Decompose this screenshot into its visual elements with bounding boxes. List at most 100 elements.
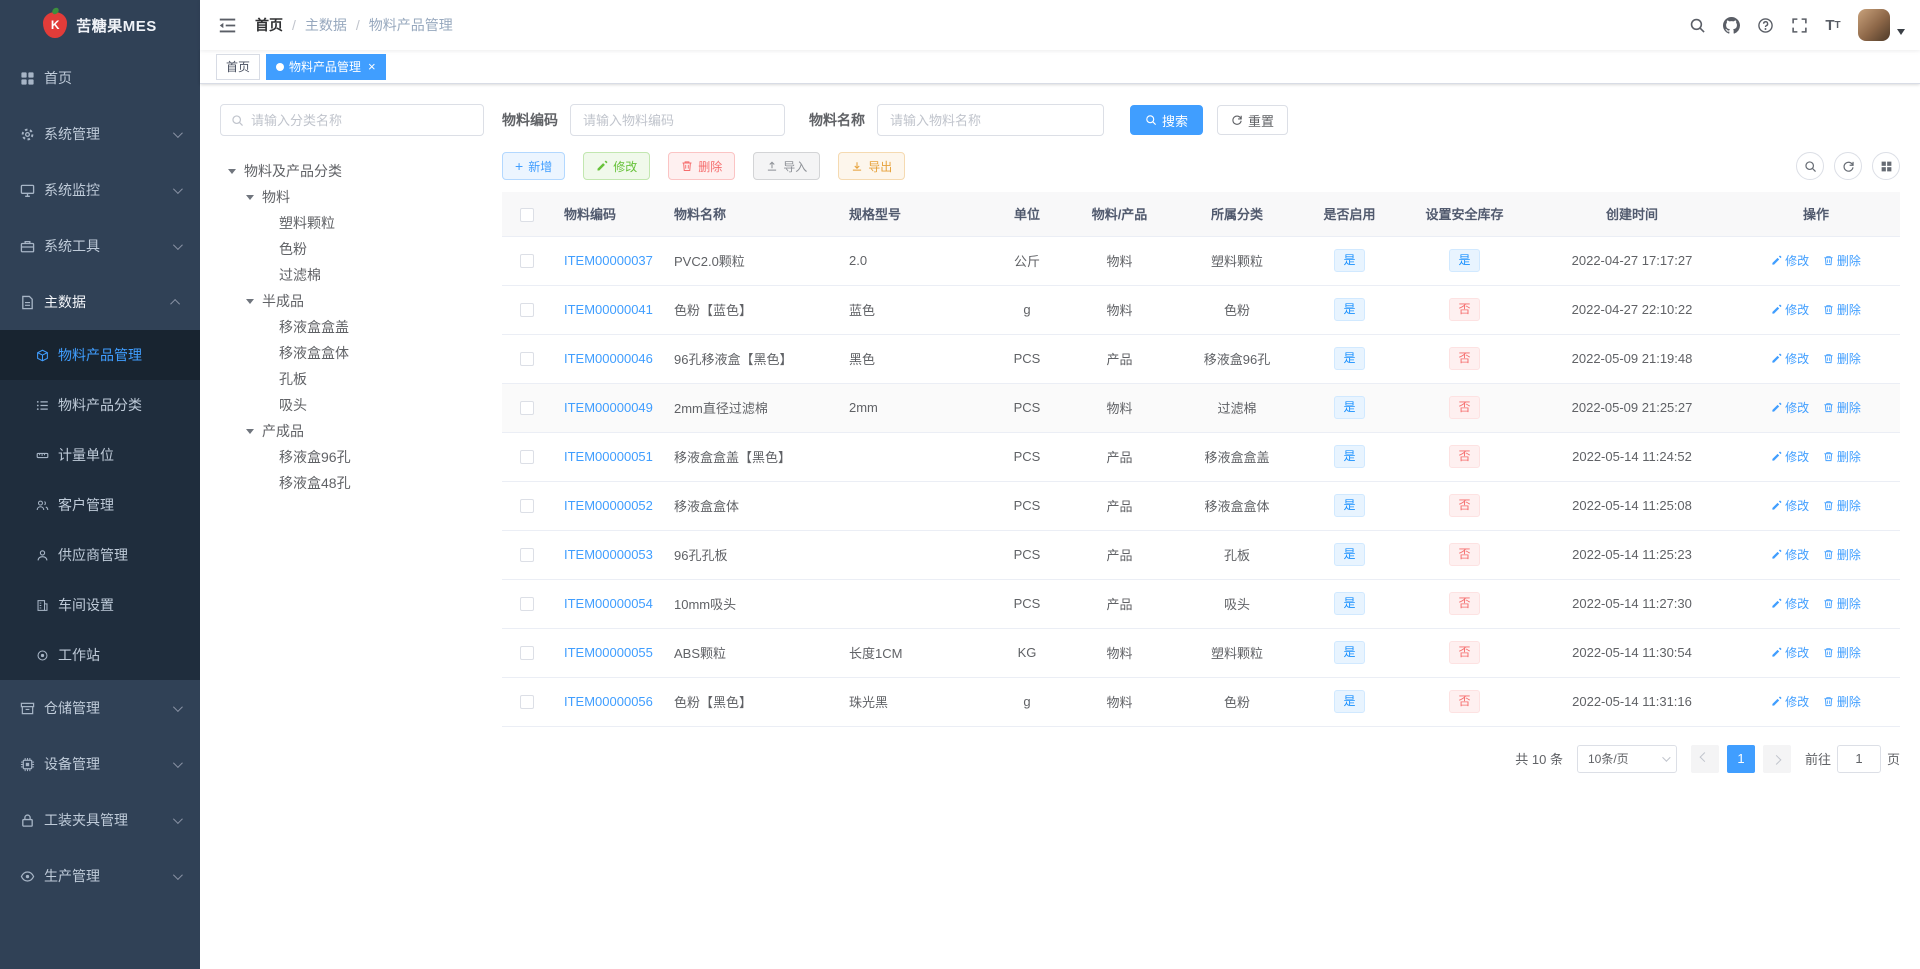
delete-button[interactable]: 删除 xyxy=(668,152,736,180)
row-delete-button[interactable]: 删除 xyxy=(1823,301,1861,318)
material-code-link[interactable]: ITEM00000041 xyxy=(564,302,653,317)
tab-material-product-management[interactable]: 物料产品管理 × xyxy=(266,53,386,80)
fullscreen-button[interactable] xyxy=(1782,0,1816,50)
material-code-link[interactable]: ITEM00000056 xyxy=(564,694,653,709)
material-code-input[interactable] xyxy=(570,104,785,136)
row-edit-button[interactable]: 修改 xyxy=(1771,546,1809,563)
sidebar-item-warehouse-management[interactable]: 仓储管理 xyxy=(0,680,200,736)
material-code-link[interactable]: ITEM00000055 xyxy=(564,645,653,660)
row-delete-button[interactable]: 删除 xyxy=(1823,252,1861,269)
export-button[interactable]: 导出 xyxy=(838,152,906,180)
table-row[interactable]: ITEM00000046 96孔移液盒【黑色】 黑色 PCS 产品 移液盒96孔… xyxy=(502,334,1900,384)
tree-node-leaf[interactable]: 色粉 xyxy=(220,236,484,262)
row-delete-button[interactable]: 删除 xyxy=(1823,350,1861,367)
tree-node-leaf[interactable]: 移液盒盒体 xyxy=(220,340,484,366)
toggle-search-button[interactable] xyxy=(1796,152,1824,180)
row-checkbox[interactable] xyxy=(520,303,534,318)
tree-node-root[interactable]: 物料及产品分类 xyxy=(220,158,484,184)
row-edit-button[interactable]: 修改 xyxy=(1771,497,1809,514)
page-size-select[interactable]: 10条/页 xyxy=(1576,744,1677,773)
tree-node-leaf[interactable]: 移液盒96孔 xyxy=(220,444,484,470)
row-edit-button[interactable]: 修改 xyxy=(1771,350,1809,367)
row-checkbox[interactable] xyxy=(520,646,534,661)
breadcrumb-master-data[interactable]: 主数据 xyxy=(305,15,347,35)
row-delete-button[interactable]: 删除 xyxy=(1823,693,1861,710)
sidebar-item-material-product-category[interactable]: 物料产品分类 xyxy=(0,380,200,430)
row-checkbox[interactable] xyxy=(520,499,534,514)
material-code-link[interactable]: ITEM00000051 xyxy=(564,449,653,464)
breadcrumb-home[interactable]: 首页 xyxy=(255,15,283,35)
sidebar-item-workstation[interactable]: 工作站 xyxy=(0,630,200,680)
sidebar-item-equipment-management[interactable]: 设备管理 xyxy=(0,736,200,792)
import-button[interactable]: 导入 xyxy=(753,152,821,180)
sidebar-item-master-data[interactable]: 主数据 xyxy=(0,274,200,330)
close-icon[interactable]: × xyxy=(368,60,376,73)
material-code-link[interactable]: ITEM00000053 xyxy=(564,547,653,562)
sidebar-item-customer-management[interactable]: 客户管理 xyxy=(0,480,200,530)
tab-home[interactable]: 首页 xyxy=(216,53,261,80)
material-code-link[interactable]: ITEM00000046 xyxy=(564,351,653,366)
material-code-link[interactable]: ITEM00000049 xyxy=(564,400,653,415)
column-settings-button[interactable] xyxy=(1872,152,1900,180)
table-row[interactable]: ITEM00000041 色粉【蓝色】 蓝色 g 物料 色粉 是 否 2022-… xyxy=(502,285,1900,335)
sidebar-item-material-product-management[interactable]: 物料产品管理 xyxy=(0,330,200,380)
row-edit-button[interactable]: 修改 xyxy=(1771,693,1809,710)
tree-node-semi-finished[interactable]: 半成品 xyxy=(220,288,484,314)
row-edit-button[interactable]: 修改 xyxy=(1771,399,1809,416)
row-delete-button[interactable]: 删除 xyxy=(1823,644,1861,661)
sidebar-item-system-tools[interactable]: 系统工具 xyxy=(0,218,200,274)
material-code-link[interactable]: ITEM00000054 xyxy=(564,596,653,611)
row-delete-button[interactable]: 删除 xyxy=(1823,448,1861,465)
reset-button[interactable]: 重置 xyxy=(1217,105,1289,135)
user-menu[interactable] xyxy=(1858,9,1905,41)
table-row[interactable]: ITEM00000052 移液盒盒体 PCS 产品 移液盒盒体 是 否 2022… xyxy=(502,481,1900,531)
font-size-button[interactable]: TT xyxy=(1816,0,1850,50)
add-button[interactable]: + 新增 xyxy=(502,152,566,180)
sidebar-item-measure-unit[interactable]: 计量单位 xyxy=(0,430,200,480)
select-all-checkbox[interactable] xyxy=(520,207,534,222)
row-delete-button[interactable]: 删除 xyxy=(1823,497,1861,514)
sidebar-item-system-monitor[interactable]: 系统监控 xyxy=(0,162,200,218)
tree-node-leaf[interactable]: 移液盒盒盖 xyxy=(220,314,484,340)
row-checkbox[interactable] xyxy=(520,597,534,612)
row-delete-button[interactable]: 删除 xyxy=(1823,546,1861,563)
caret-down-icon[interactable] xyxy=(228,168,236,174)
table-row[interactable]: ITEM00000054 10mm吸头 PCS 产品 吸头 是 否 2022-0… xyxy=(502,579,1900,629)
tree-node-leaf[interactable]: 移液盒48孔 xyxy=(220,470,484,496)
row-edit-button[interactable]: 修改 xyxy=(1771,595,1809,612)
search-button[interactable]: 搜索 xyxy=(1130,105,1204,135)
row-checkbox[interactable] xyxy=(520,254,534,269)
table-row[interactable]: ITEM00000055 ABS颗粒 长度1CM KG 物料 塑料颗粒 是 否 … xyxy=(502,628,1900,678)
row-checkbox[interactable] xyxy=(520,401,534,416)
caret-down-icon[interactable] xyxy=(246,194,254,200)
row-checkbox[interactable] xyxy=(520,548,534,563)
row-edit-button[interactable]: 修改 xyxy=(1771,252,1809,269)
row-checkbox[interactable] xyxy=(520,695,534,710)
tree-node-leaf[interactable]: 吸头 xyxy=(220,392,484,418)
table-row[interactable]: ITEM00000049 2mm直径过滤棉 2mm PCS 物料 过滤棉 是 否… xyxy=(502,383,1900,433)
tree-node-leaf[interactable]: 过滤棉 xyxy=(220,262,484,288)
page-number-current[interactable]: 1 xyxy=(1726,744,1755,773)
row-checkbox[interactable] xyxy=(520,352,534,367)
material-name-input[interactable] xyxy=(877,104,1104,136)
material-code-link[interactable]: ITEM00000037 xyxy=(564,253,653,268)
sidebar-item-supplier-management[interactable]: 供应商管理 xyxy=(0,530,200,580)
hamburger-icon[interactable] xyxy=(216,14,238,36)
prev-page-button[interactable] xyxy=(1690,744,1719,773)
tree-node-finished-goods[interactable]: 产成品 xyxy=(220,418,484,444)
next-page-button[interactable] xyxy=(1762,744,1791,773)
caret-down-icon[interactable] xyxy=(246,428,254,434)
goto-page-input[interactable] xyxy=(1836,744,1881,773)
app-logo[interactable]: K 苦糖果MES xyxy=(0,0,200,50)
material-code-link[interactable]: ITEM00000052 xyxy=(564,498,653,513)
table-row[interactable]: ITEM00000037 PVC2.0颗粒 2.0 公斤 物料 塑料颗粒 是 是… xyxy=(502,236,1900,286)
caret-down-icon[interactable] xyxy=(246,298,254,304)
row-edit-button[interactable]: 修改 xyxy=(1771,301,1809,318)
refresh-table-button[interactable] xyxy=(1834,152,1862,180)
row-delete-button[interactable]: 删除 xyxy=(1823,399,1861,416)
row-checkbox[interactable] xyxy=(520,450,534,465)
avatar[interactable] xyxy=(1858,9,1890,41)
table-row[interactable]: ITEM00000053 96孔孔板 PCS 产品 孔板 是 否 2022-05… xyxy=(502,530,1900,580)
header-search-button[interactable] xyxy=(1680,0,1714,50)
sidebar-item-production-management[interactable]: 生产管理 xyxy=(0,848,200,904)
